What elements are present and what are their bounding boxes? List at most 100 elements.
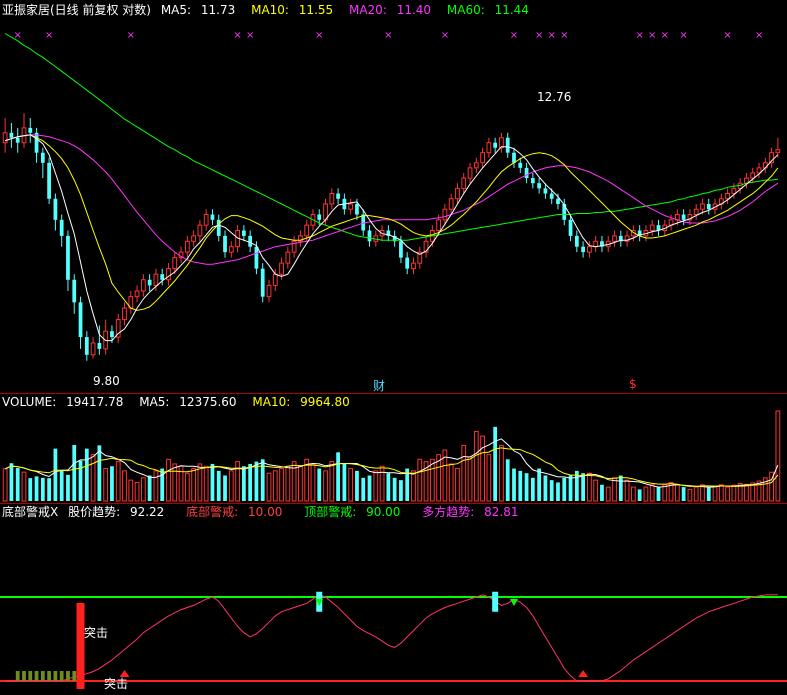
- volume-ma10-line: [4, 447, 779, 487]
- volume-bar: [128, 479, 134, 502]
- volume-bar: [361, 477, 366, 501]
- candle-body: [473, 162, 479, 169]
- volume-bar: [134, 481, 140, 502]
- candle-body: [649, 224, 655, 232]
- volume-panel: VOLUME: 19417.78 MA5: 12375.60 MA10: 996…: [0, 393, 787, 503]
- candle-body: [448, 198, 454, 210]
- volume-bar: [731, 484, 737, 502]
- candle-body: [197, 224, 203, 237]
- breakout-label-2: 突击: [104, 677, 129, 691]
- event-marker: ×: [548, 30, 556, 41]
- volume-bar: [706, 487, 711, 501]
- volume-bar: [744, 483, 749, 502]
- volume-bar: [392, 477, 397, 501]
- candle-body: [122, 307, 127, 321]
- price-legend: 亚振家居(日线 前复权 对数) MA5: 11.73 MA10: 11.55 M…: [2, 2, 541, 18]
- event-marker: ×: [661, 30, 669, 41]
- event-marker: ×: [723, 30, 731, 41]
- candle-body: [147, 279, 152, 286]
- candle-body: [524, 167, 529, 179]
- candle-body: [216, 219, 221, 236]
- volume-bar: [15, 468, 20, 501]
- volume-bar: [429, 458, 435, 502]
- volume-bar: [115, 461, 121, 502]
- volume-bar: [34, 476, 39, 501]
- candle-body: [587, 246, 592, 253]
- volume-bar: [210, 463, 215, 501]
- bottom-zone-bar: [59, 671, 64, 681]
- volume-bar: [543, 475, 548, 501]
- volume-bar: [687, 488, 693, 502]
- price-panel: × × × × × × × × × × × × × × × × × × 亚振家居(日线 前复权 对数) MA5: …: [0, 0, 787, 393]
- candle-body: [480, 152, 485, 164]
- candle-body: [518, 162, 523, 168]
- candle-body: [153, 273, 159, 286]
- candle-body: [436, 219, 442, 232]
- indicator-legend: 底部警戒X 股价趋势: 92.22 底部警戒: 10.00 顶部警戒: 90.0…: [2, 504, 530, 520]
- event-marker: ×: [535, 30, 543, 41]
- volume-bar: [455, 468, 460, 502]
- volume-bar: [530, 477, 535, 501]
- volume-bar: [630, 486, 636, 502]
- candle-body: [455, 187, 460, 200]
- dividend-marker[interactable]: $: [629, 377, 637, 391]
- volume-ma10-label: MA10: 9964.80: [252, 395, 350, 409]
- volume-bar: [53, 448, 58, 501]
- candle-body: [40, 152, 45, 163]
- candle-body: [84, 337, 89, 355]
- volume-bar: [317, 468, 322, 501]
- indicator-chart: [0, 591, 787, 689]
- sell-arrow-icon: [510, 599, 519, 606]
- volume-bar: [618, 475, 623, 501]
- candle-body: [549, 193, 554, 199]
- volume-bar: [775, 410, 781, 502]
- volume-bar: [674, 484, 680, 502]
- volume-bar: [649, 484, 655, 502]
- volume-bar: [581, 473, 585, 501]
- bottom-zone-bar: [40, 671, 45, 681]
- candle-body: [512, 152, 516, 163]
- bottom-zone-bar: [66, 671, 70, 681]
- candle-body: [556, 198, 560, 204]
- volume-bar: [461, 444, 467, 502]
- volume-bar: [718, 484, 724, 502]
- bottom-zone-bar: [22, 671, 26, 681]
- ma10-label: MA10: 11.55: [251, 3, 334, 17]
- volume-bar: [681, 487, 686, 501]
- volume-bar: [524, 473, 529, 501]
- event-marker: ×: [384, 30, 392, 41]
- volume-bar: [166, 458, 171, 502]
- volume-bar: [499, 444, 504, 502]
- event-marker: ×: [246, 30, 254, 41]
- volume-bar: [379, 465, 385, 502]
- volume-bar: [448, 463, 454, 502]
- candle-body: [706, 203, 711, 210]
- volume-bar: [310, 463, 316, 502]
- candle-body: [750, 172, 756, 179]
- finance-marker[interactable]: 财: [373, 377, 385, 394]
- volume-bar: [486, 454, 492, 502]
- bottom-warning-label: 底部警戒: 10.00: [186, 505, 283, 519]
- event-marker: ×: [679, 30, 687, 41]
- candle-body: [612, 235, 617, 242]
- volume-ma5-line: [4, 438, 779, 488]
- volume-bar: [367, 475, 372, 501]
- volume-label: VOLUME: 19417.78: [2, 395, 124, 409]
- candle-body: [537, 183, 542, 189]
- candle-body: [66, 235, 70, 280]
- candle-body: [134, 290, 140, 298]
- volume-bar: [725, 486, 730, 502]
- candle-body: [279, 262, 284, 275]
- volume-bar: [411, 470, 416, 502]
- candle-body: [405, 257, 410, 269]
- candle-body: [355, 203, 359, 215]
- event-marker: ×: [14, 30, 22, 41]
- candle-body: [336, 193, 340, 199]
- ma5-line: [4, 134, 779, 342]
- candle-body: [254, 246, 259, 269]
- volume-bar: [228, 470, 234, 502]
- volume-bar: [72, 444, 77, 501]
- candle-body: [574, 235, 579, 247]
- volume-bar: [656, 487, 661, 501]
- event-marker: ×: [45, 30, 53, 41]
